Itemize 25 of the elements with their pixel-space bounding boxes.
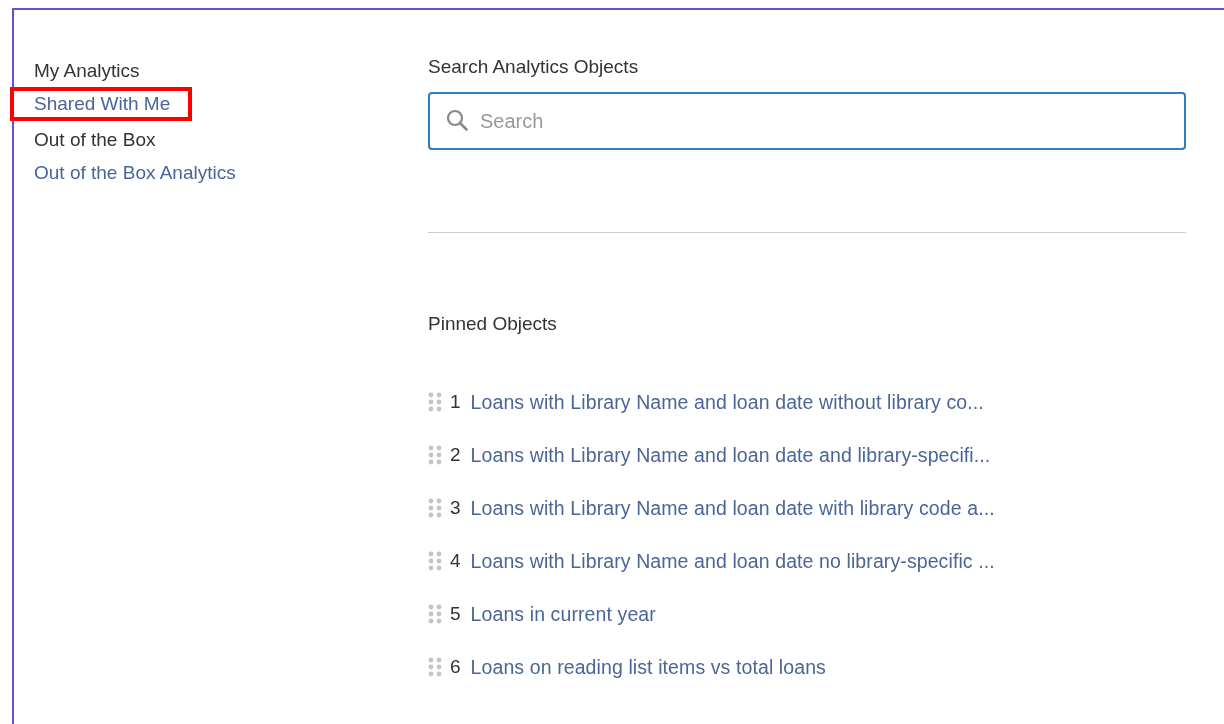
section-title: My Analytics [34, 60, 141, 82]
pinned-link[interactable]: Loans with Library Name and loan date with library code a... [470, 496, 995, 520]
drag-handle-icon[interactable] [428, 445, 442, 465]
item-number: 2 [450, 444, 461, 466]
item-number: 3 [450, 497, 461, 519]
item-number: 1 [450, 391, 461, 413]
section-title: Out of the Box [34, 129, 157, 151]
drag-handle-icon[interactable] [428, 392, 442, 412]
pinned-link[interactable]: Loans with Library Name and loan date and library-specifi... [470, 443, 991, 467]
item-number: 4 [450, 550, 461, 572]
item-number: 6 [450, 656, 461, 678]
drag-handle-icon[interactable] [428, 551, 442, 571]
pinned-link[interactable]: Loans with Library Name and loan date without library co... [470, 390, 984, 414]
pinned-title: Pinned Objects [428, 313, 558, 335]
search-label: Search Analytics Objects [428, 56, 640, 78]
search-icon [446, 109, 468, 131]
sidebar-link[interactable]: Out of the Box Analytics [34, 162, 236, 184]
pinned-link[interactable]: Loans in current year [470, 602, 656, 626]
search-field[interactable]: Search [428, 92, 1186, 150]
item-number: 5 [450, 603, 461, 625]
drag-handle-icon[interactable] [428, 498, 442, 518]
pinned-link[interactable]: Loans on reading list items vs total loans [470, 655, 826, 679]
drag-handle-icon[interactable] [428, 604, 442, 624]
pinned-link[interactable]: Loans with Library Name and loan date no library-specific ... [470, 549, 995, 573]
drag-handle-icon[interactable] [428, 657, 442, 677]
